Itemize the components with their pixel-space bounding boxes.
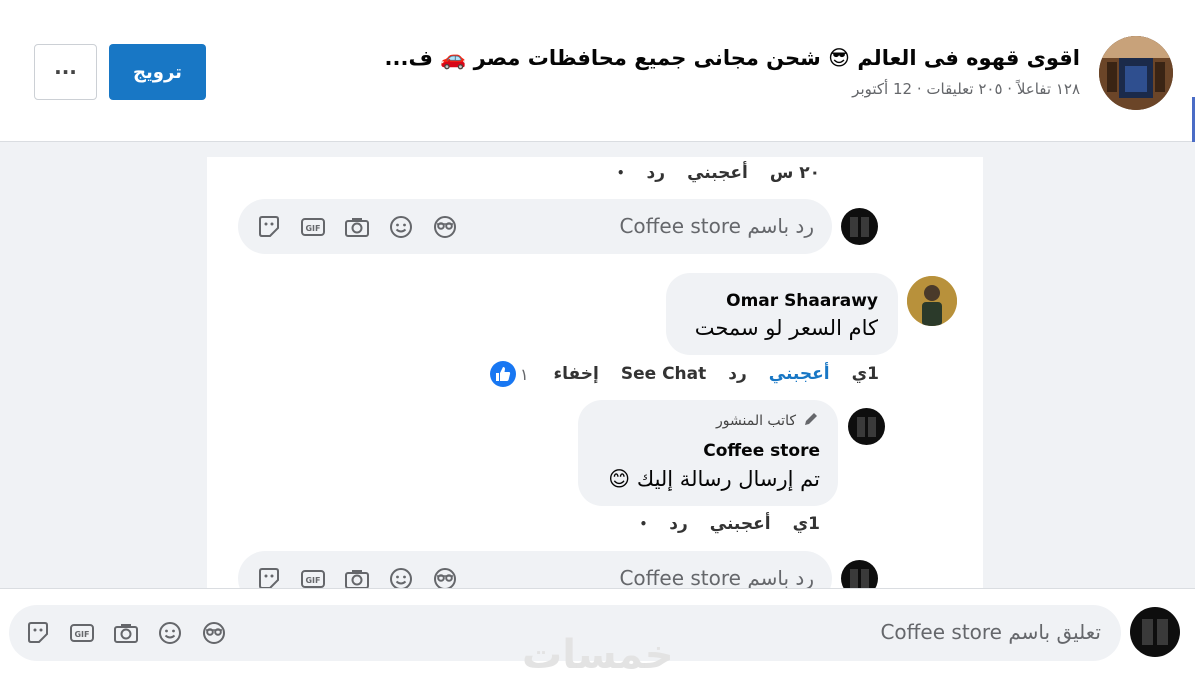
sticker-icon[interactable] xyxy=(23,618,53,648)
reply-author[interactable]: Coffee store xyxy=(703,441,820,461)
reply-actions: 1ي أعجبني رد • xyxy=(640,514,820,534)
reply-input[interactable]: رد باسم Coffee store GIF xyxy=(238,551,832,588)
emoji-icon[interactable] xyxy=(386,212,416,242)
avatar-sticker-icon[interactable] xyxy=(430,564,460,588)
sticker-icon[interactable] xyxy=(254,212,284,242)
emoji-icon[interactable] xyxy=(386,564,416,588)
reply-link[interactable]: رد xyxy=(647,163,666,183)
reply-time[interactable]: ٢٠ س xyxy=(770,163,820,183)
emoji-icon[interactable] xyxy=(155,618,185,648)
comment-tools: GIF xyxy=(23,618,229,648)
see-chat-link[interactable]: See Chat xyxy=(621,364,706,384)
comment-placeholder: تعليق باسم Coffee store xyxy=(880,620,1101,644)
reply-placeholder: رد باسم Coffee store xyxy=(619,214,814,238)
hide-link[interactable]: إخفاء xyxy=(553,364,598,384)
comment-text: كام السعر لو سمحت xyxy=(694,316,878,340)
previous-reply-actions: ٢٠ س أعجبني رد • xyxy=(617,163,820,183)
svg-text:GIF: GIF xyxy=(305,576,320,585)
page-avatar-small xyxy=(841,208,878,245)
camera-icon[interactable] xyxy=(342,564,372,588)
sticker-icon[interactable] xyxy=(254,564,284,588)
pencil-icon xyxy=(802,410,820,432)
post-header: اقوى قهوه فى العالم 😎 شحن مجانى جميع محا… xyxy=(0,0,1195,142)
gif-icon[interactable]: GIF xyxy=(298,212,328,242)
post-title[interactable]: اقوى قهوه فى العالم 😎 شحن مجانى جميع محا… xyxy=(385,46,1080,71)
avatar-sticker-icon[interactable] xyxy=(199,618,229,648)
author-badge: كاتب المنشور xyxy=(716,410,820,432)
promote-button[interactable]: ترويج xyxy=(109,44,206,100)
reply-like-link[interactable]: أعجبني xyxy=(710,514,771,534)
commenter-avatar[interactable] xyxy=(907,276,957,326)
separator-dot: • xyxy=(616,166,625,180)
comment-time[interactable]: 1ي xyxy=(852,364,879,384)
more-options-button[interactable]: ··· xyxy=(34,44,97,100)
comment-reply-link[interactable]: رد xyxy=(728,364,747,384)
reply-reply-link[interactable]: رد xyxy=(669,514,688,534)
comment-like-link[interactable]: أعجبني xyxy=(769,364,830,384)
avatar-sticker-icon[interactable] xyxy=(430,212,460,242)
like-link[interactable]: أعجبني xyxy=(687,163,748,183)
svg-text:GIF: GIF xyxy=(305,224,320,233)
page-avatar-small[interactable] xyxy=(848,408,885,445)
like-icon xyxy=(490,361,516,387)
camera-icon[interactable] xyxy=(342,212,372,242)
like-count: ١ xyxy=(520,364,529,384)
reply-input[interactable]: رد باسم Coffee store GIF xyxy=(238,199,832,254)
page-avatar[interactable] xyxy=(1099,36,1173,110)
comments-panel: ٢٠ س أعجبني رد • رد باسم Coffee store GI… xyxy=(207,157,983,588)
reply-tools: GIF xyxy=(254,564,460,588)
comment-author[interactable]: Omar Shaarawy xyxy=(726,291,878,311)
author-badge-label: كاتب المنشور xyxy=(716,413,796,429)
reply-text: تم إرسال رسالة إليك 😊 xyxy=(608,467,820,491)
reply-time[interactable]: 1ي xyxy=(793,514,820,534)
comment-like-count[interactable]: ١ xyxy=(490,361,529,387)
reply-bubble: كاتب المنشور Coffee store تم إرسال رسالة… xyxy=(578,400,838,506)
page-avatar-footer xyxy=(1130,607,1180,657)
reply-placeholder: رد باسم Coffee store xyxy=(619,566,814,588)
camera-icon[interactable] xyxy=(111,618,141,648)
comment-bubble: Omar Shaarawy كام السعر لو سمحت xyxy=(666,273,898,355)
comment-actions: 1ي أعجبني رد See Chat إخفاء xyxy=(553,364,879,384)
post-meta: ١٢٨ تفاعلاً · ٢٠٥ تعليقات · 12 أكتوبر xyxy=(852,80,1080,98)
svg-text:GIF: GIF xyxy=(74,630,89,639)
separator-dot: • xyxy=(639,517,648,531)
watermark-logo: خمسات xyxy=(522,632,674,678)
gif-icon[interactable]: GIF xyxy=(67,618,97,648)
gif-icon[interactable]: GIF xyxy=(298,564,328,588)
page-avatar-small xyxy=(841,560,878,588)
reply-tools: GIF xyxy=(254,212,460,242)
